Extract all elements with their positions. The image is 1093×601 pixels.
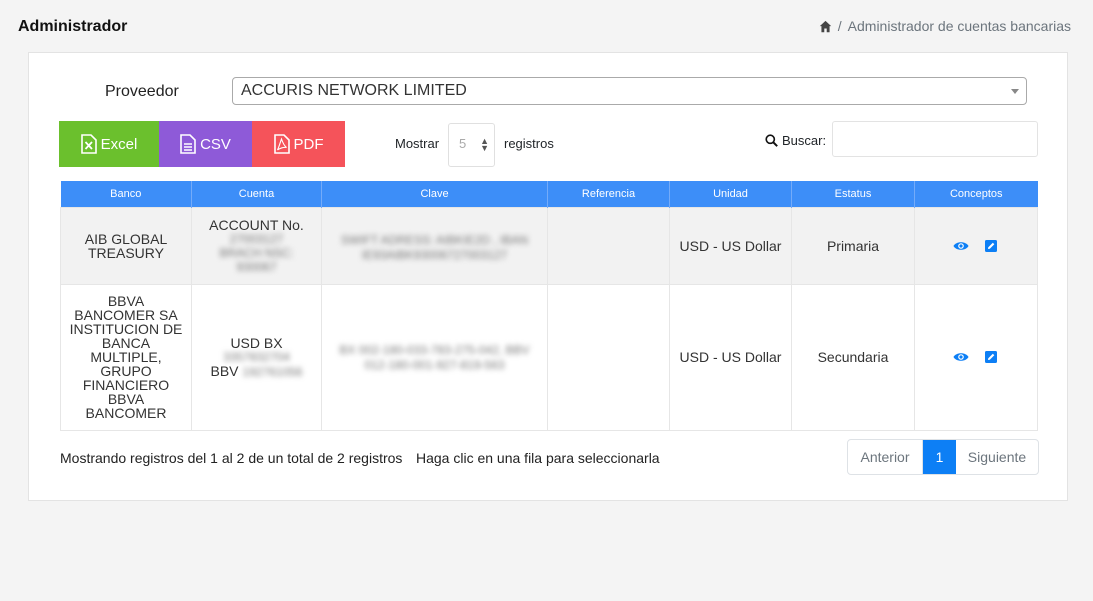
cell-referencia	[547, 283, 670, 431]
length-suffix: registros	[504, 136, 554, 151]
search-label-wrap: Buscar:	[765, 133, 826, 148]
search-input[interactable]	[832, 121, 1038, 157]
cuenta-line: BBV 192761056	[198, 364, 315, 379]
breadcrumb: / Administrador de cuentas bancarias	[819, 18, 1071, 34]
sort-arrows-icon: ▲ ▼	[480, 136, 489, 153]
column-header-conceptos[interactable]: Conceptos	[914, 181, 1038, 207]
cuenta-line: 192761056	[242, 364, 303, 379]
table-hint: Haga clic en una fila para seleccionarla	[416, 450, 660, 466]
cell-conceptos	[914, 206, 1038, 285]
pagination: Anterior 1 Siguiente	[847, 439, 1039, 475]
cell-clave: BX 002-180-033-783-275-042, BBV 012-180-…	[321, 283, 548, 431]
clave-value: SWIFT ADRESS: AIBKIE2D , IBAN IE93AIBK93…	[340, 232, 529, 262]
cell-estatus: Secundaria	[791, 283, 915, 431]
provider-select-value: ACCURIS NETWORK LIMITED	[241, 82, 467, 99]
cell-estatus: Primaria	[791, 206, 915, 285]
cuenta-line: ACCOUNT No.	[209, 216, 304, 233]
eye-icon[interactable]	[953, 350, 969, 364]
csv-button-label: CSV	[200, 135, 231, 153]
next-page-button[interactable]: Siguiente	[956, 440, 1038, 474]
csv-button[interactable]: CSV	[159, 121, 252, 167]
table-row[interactable]: BBVA BANCOMER SA INSTITUCION DE BANCA MU…	[60, 283, 1038, 431]
pdf-button-label: PDF	[293, 135, 324, 153]
provider-label: Proveedor	[105, 83, 179, 100]
search-icon	[765, 134, 778, 147]
column-header-clave[interactable]: Clave	[321, 181, 548, 207]
page-length-select[interactable]: 5 ▲ ▼	[448, 123, 495, 167]
cuenta-line: 930067	[236, 259, 277, 274]
export-buttons: Excel CSV PDF	[59, 121, 345, 167]
cuenta-line: BRACH NSC:	[219, 245, 294, 260]
cell-banco: AIB GLOBAL TREASURY	[60, 206, 192, 285]
pdf-button[interactable]: PDF	[252, 121, 345, 167]
cell-cuenta: ACCOUNT No. 27003127 BRACH NSC: 930067	[191, 206, 322, 285]
cell-conceptos	[914, 283, 1038, 431]
page-1-button[interactable]: 1	[923, 440, 956, 474]
accounts-table: Banco Cuenta Clave Referencia Unidad Est…	[60, 181, 1038, 431]
column-header-banco[interactable]: Banco	[60, 181, 192, 207]
edit-icon[interactable]	[983, 350, 999, 364]
column-header-unidad[interactable]: Unidad	[669, 181, 792, 207]
cell-cuenta: USD BX 3357832704 BBV 192761056	[191, 283, 322, 431]
cell-referencia	[547, 206, 670, 285]
table-row[interactable]: AIB GLOBAL TREASURY ACCOUNT No. 27003127…	[60, 206, 1038, 285]
table-info: Mostrando registros del 1 al 2 de un tot…	[60, 450, 403, 466]
pdf-file-icon	[273, 134, 290, 154]
breadcrumb-current: Administrador de cuentas bancarias	[847, 18, 1071, 34]
breadcrumb-separator: /	[837, 18, 842, 34]
cell-unidad: USD - US Dollar	[669, 283, 792, 431]
home-icon[interactable]	[819, 20, 832, 33]
excel-button[interactable]: Excel	[59, 121, 159, 167]
cell-banco: BBVA BANCOMER SA INSTITUCION DE BANCA MU…	[60, 283, 192, 431]
cuenta-line: 27003127	[229, 231, 284, 246]
chevron-down-icon	[1011, 89, 1019, 94]
length-prefix: Mostrar	[395, 136, 440, 151]
page-title: Administrador	[18, 18, 128, 35]
excel-file-icon	[80, 134, 97, 154]
search-label: Buscar:	[782, 133, 827, 148]
column-header-cuenta[interactable]: Cuenta	[191, 181, 322, 207]
clave-value: BX 002-180-033-783-275-042, BBV 012-180-…	[339, 343, 530, 372]
edit-icon[interactable]	[983, 239, 999, 253]
cuenta-line: 3357832704	[223, 349, 290, 364]
eye-icon[interactable]	[953, 239, 969, 253]
accounts-card: Proveedor ACCURIS NETWORK LIMITED Excel …	[28, 52, 1068, 501]
provider-select[interactable]: ACCURIS NETWORK LIMITED	[232, 77, 1027, 105]
cell-clave: SWIFT ADRESS: AIBKIE2D , IBAN IE93AIBK93…	[321, 206, 548, 285]
excel-button-label: Excel	[100, 135, 138, 153]
column-header-referencia[interactable]: Referencia	[547, 181, 670, 207]
table-header-row: Banco Cuenta Clave Referencia Unidad Est…	[60, 181, 1038, 207]
file-text-icon	[180, 134, 196, 154]
cuenta-line: BBV	[210, 362, 239, 379]
column-header-estatus[interactable]: Estatus	[791, 181, 915, 207]
cuenta-line: USD BX	[230, 334, 283, 351]
cell-unidad: USD - US Dollar	[669, 206, 792, 285]
prev-page-button[interactable]: Anterior	[848, 440, 923, 474]
page-length-value: 5	[459, 136, 467, 151]
